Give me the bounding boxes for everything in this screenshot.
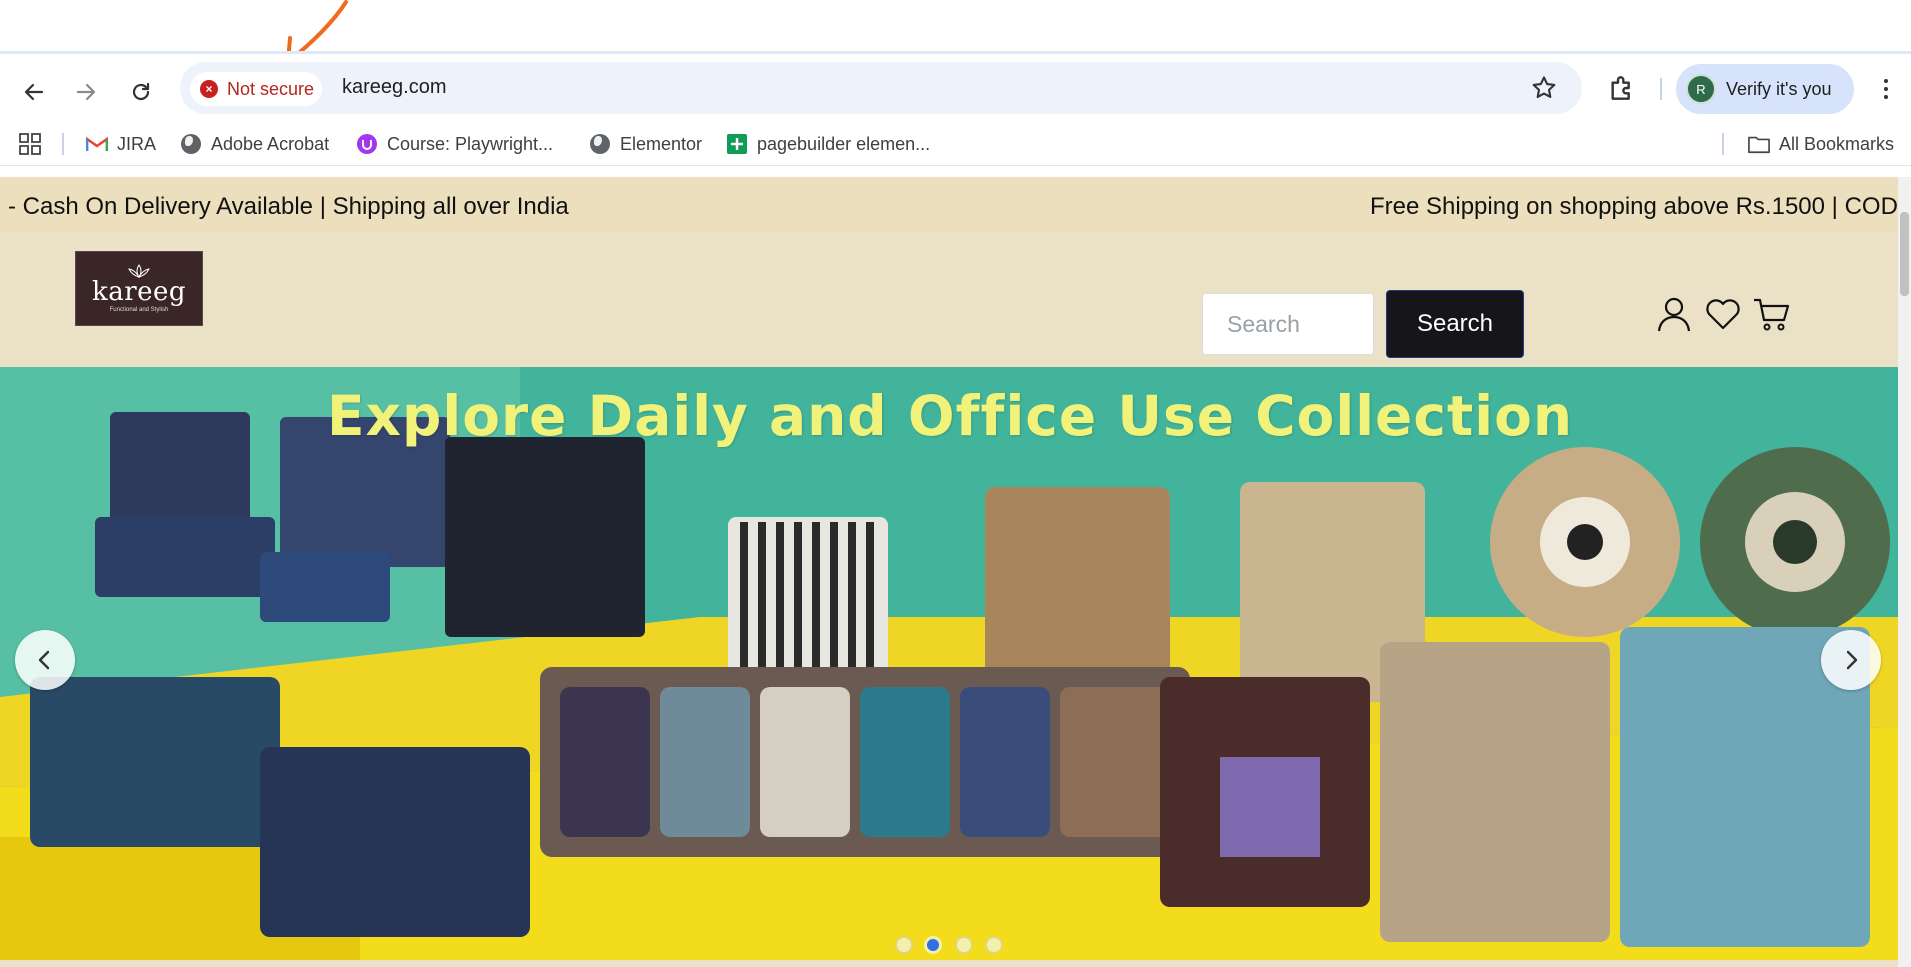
search-button[interactable]: Search [1386, 290, 1524, 358]
carousel-dot-active[interactable] [924, 936, 942, 954]
hero-image [0, 367, 1898, 960]
bookmarks-separator [62, 133, 64, 155]
reload-button[interactable] [123, 74, 159, 110]
search-input[interactable]: Search [1202, 293, 1374, 355]
warning-icon: × [200, 80, 218, 98]
verify-label: Verify it's you [1726, 78, 1832, 99]
forward-button[interactable] [68, 74, 104, 110]
apps-grid-icon[interactable] [19, 133, 41, 155]
bookmark-label: All Bookmarks [1779, 133, 1895, 154]
carousel-dot[interactable] [895, 936, 913, 954]
profile-verify-button[interactable]: R Verify it's you [1676, 64, 1854, 114]
globe-icon [589, 133, 611, 155]
bookmark-star-icon[interactable] [1530, 74, 1558, 102]
hero-title: Explore Daily and Office Use Collection [326, 384, 1574, 448]
reload-icon [132, 82, 150, 101]
bookmark-label: JIRA [117, 133, 157, 154]
globe-icon [180, 133, 202, 155]
url-text[interactable]: kareeg.com [342, 76, 447, 99]
forward-arrow-icon [76, 83, 96, 101]
site-header [0, 233, 1898, 367]
site-logo[interactable]: kareeg Functional and Stylish [75, 251, 203, 326]
security-label: Not secure [227, 78, 315, 99]
carousel-prev-button[interactable] [15, 630, 75, 690]
bookmark-adobe-acrobat[interactable]: Adobe Acrobat [180, 130, 329, 158]
udemy-icon [356, 133, 378, 155]
carousel-dot[interactable] [985, 936, 1003, 954]
account-icon[interactable] [1654, 294, 1694, 334]
announcement-text: - Cash On Delivery Available | Shipping … [8, 193, 569, 220]
bookmarks-separator [1722, 133, 1724, 155]
extensions-icon[interactable] [1606, 72, 1638, 104]
bookmark-label: pagebuilder elemen... [757, 133, 931, 154]
bookmark-label: Course: Playwright... [387, 133, 554, 154]
bookmark-pagebuilder[interactable]: pagebuilder elemen... [726, 130, 930, 158]
logo-name: kareeg [91, 276, 187, 307]
announcement-text: Free Shipping on shopping above Rs.1500 … [1370, 193, 1898, 220]
sheets-icon [726, 133, 748, 155]
site-security-chip[interactable]: × Not secure [190, 72, 322, 106]
carousel-next-button[interactable] [1821, 630, 1881, 690]
gmail-icon [86, 133, 108, 155]
logo-tagline: Functional and Stylish [109, 306, 169, 313]
back-button[interactable] [16, 74, 52, 110]
chevron-right-icon [1846, 650, 1858, 670]
back-arrow-icon [24, 83, 44, 101]
hero-banner[interactable] [0, 367, 1898, 960]
bookmark-elementor[interactable]: Elementor [589, 130, 702, 158]
lotus-icon [128, 263, 150, 278]
wishlist-heart-icon[interactable] [1703, 294, 1743, 334]
bookmark-jira[interactable]: JIRA [86, 130, 156, 158]
chevron-left-icon [38, 650, 50, 670]
carousel-dot[interactable] [955, 936, 973, 954]
bookmark-label: Elementor [620, 133, 703, 154]
toolbar-separator [1660, 78, 1662, 100]
bookmark-label: Adobe Acrobat [211, 133, 330, 154]
scrollbar-thumb[interactable] [1900, 212, 1909, 296]
avatar: R [1686, 74, 1716, 104]
folder-icon [1748, 133, 1770, 155]
all-bookmarks-button[interactable]: All Bookmarks [1748, 130, 1894, 158]
cart-icon[interactable] [1751, 294, 1791, 334]
bookmark-course-playwright[interactable]: Course: Playwright... [356, 130, 553, 158]
browser-menu-icon[interactable] [1874, 74, 1898, 104]
